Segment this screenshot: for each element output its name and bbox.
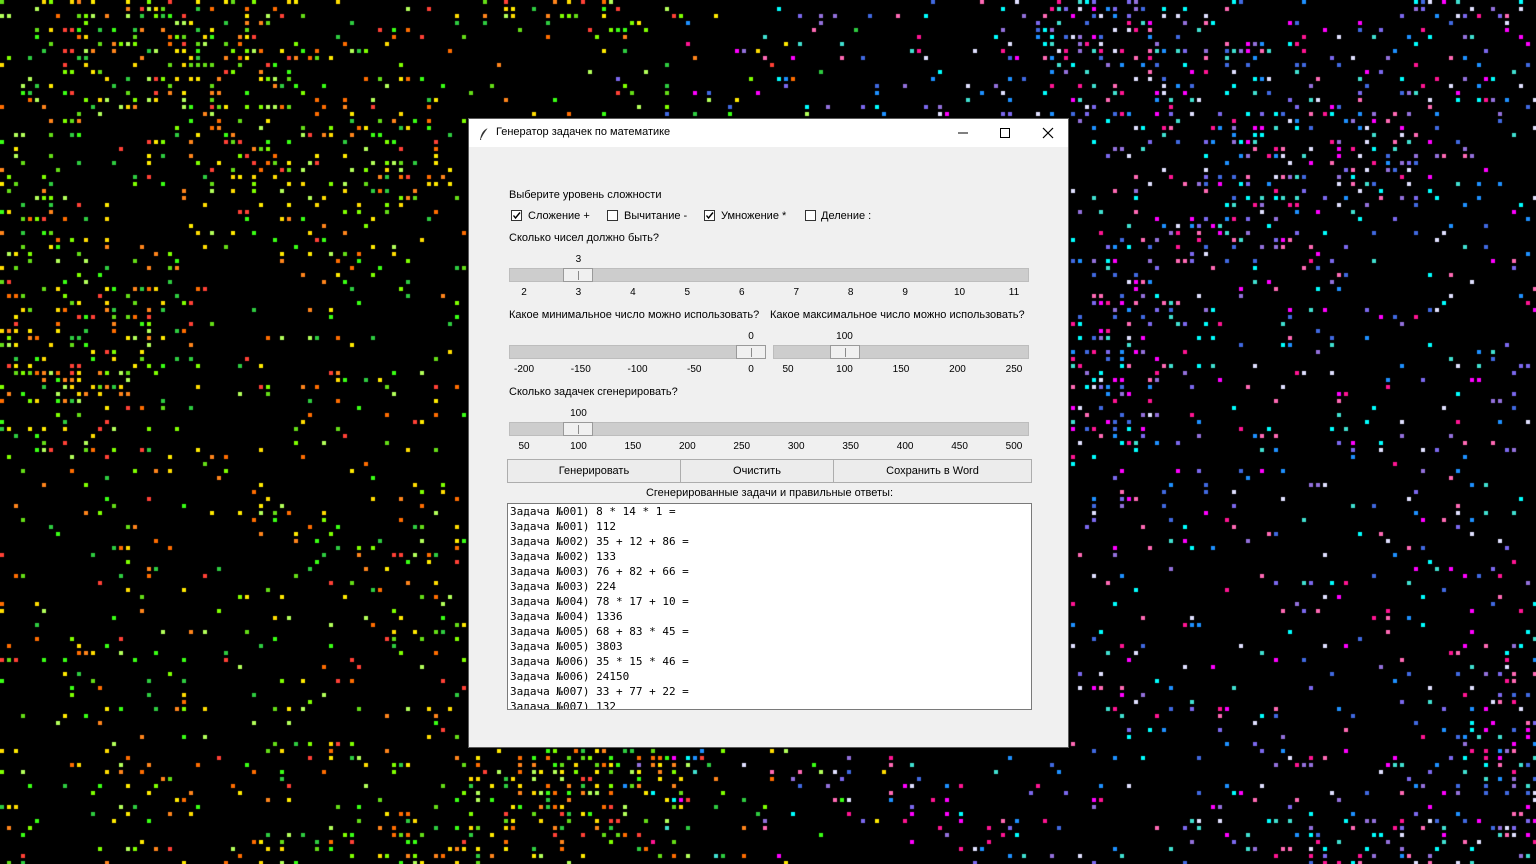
checkmark-icon [512, 212, 521, 220]
task-count-label: Сколько задачек сгенерировать? [509, 386, 678, 398]
slider-tick-label: 10 [953, 287, 966, 298]
task-count-value: 100 [570, 408, 587, 419]
minimize-icon [958, 132, 968, 134]
output-label: Сгенерированные задачи и правильные отве… [645, 487, 894, 499]
slider-tick-label: 250 [1005, 364, 1023, 375]
slider-tick-label: 450 [951, 441, 968, 452]
output-textarea[interactable]: Задача №001) 8 * 14 * 1 = Задача №001) 11… [507, 503, 1032, 710]
max-number-label: Какое максимальное число можно использов… [770, 309, 1025, 321]
checkbox-division-label[interactable]: Деление : [821, 210, 871, 222]
slider-tick-label: -50 [687, 364, 702, 375]
checkbox-addition[interactable] [511, 210, 522, 221]
checkmark-icon [705, 212, 714, 220]
min-number-value: 0 [748, 331, 754, 342]
slider-tick-label: 100 [570, 441, 587, 452]
slider-tick-label: 8 [847, 287, 854, 298]
min-number-label: Какое минимальное число можно использова… [509, 309, 760, 321]
output-line: Задача №005) 68 + 83 * 45 = [510, 625, 689, 638]
slider-tick-label: 350 [842, 441, 859, 452]
checkbox-subtraction[interactable] [607, 210, 618, 221]
max-number-value: 100 [836, 331, 853, 342]
slider-tick-label: 3 [575, 287, 582, 298]
slider-tick-label: 2 [521, 287, 527, 298]
output-line: Задача №002) 133 [510, 550, 616, 563]
max-number-slider-thumb[interactable] [829, 345, 860, 359]
count-numbers-label: Сколько чисел должно быть? [509, 232, 660, 244]
window-title: Генератор задачек по математике [496, 126, 671, 138]
min-number-slider-thumb[interactable] [736, 345, 766, 359]
slider-tick-label: 100 [836, 364, 853, 375]
maximize-icon [1000, 128, 1010, 138]
output-line: Задача №006) 24150 [510, 670, 630, 683]
output-line: Задача №001) 8 * 14 * 1 = [510, 505, 676, 518]
slider-tick-label: 200 [949, 364, 966, 375]
count-numbers-slider[interactable] [509, 268, 1029, 282]
output-line: Задача №004) 1336 [510, 610, 623, 623]
maximize-button[interactable] [983, 119, 1027, 147]
output-line: Задача №007) 132 [510, 700, 616, 710]
generate-button[interactable]: Генерировать [507, 459, 681, 483]
checkbox-addition-label[interactable]: Сложение + [528, 210, 590, 222]
output-line: Задача №001) 112 [510, 520, 616, 533]
slider-tick-label: 7 [793, 287, 799, 298]
slider-tick-label: 0 [748, 364, 754, 375]
difficulty-label: Выберите уровень сложности [509, 189, 662, 201]
title-bar[interactable]: Генератор задачек по математике [469, 119, 1068, 147]
slider-tick-label: 6 [738, 287, 745, 298]
slider-tick-label: 50 [782, 364, 794, 375]
slider-tick-label: 500 [1005, 441, 1023, 452]
slider-tick-label: 11 [1008, 287, 1020, 298]
task-count-slider-thumb[interactable] [563, 422, 594, 436]
slider-tick-label: 4 [630, 287, 636, 298]
count-numbers-slider-thumb[interactable] [563, 268, 594, 282]
clear-button[interactable]: Очистить [680, 459, 834, 483]
slider-tick-label: 150 [892, 364, 910, 375]
slider-tick-label: -100 [627, 364, 648, 375]
output-line: Задача №005) 3803 [510, 640, 623, 653]
min-number-slider[interactable] [509, 345, 766, 359]
output-line: Задача №004) 78 * 17 + 10 = [510, 595, 689, 608]
slider-tick-label: 150 [624, 441, 642, 452]
slider-tick-label: 300 [787, 441, 805, 452]
close-icon [1042, 127, 1054, 139]
slider-tick-label: 5 [684, 287, 691, 298]
slider-tick-label: -200 [513, 364, 535, 375]
checkbox-multiplication[interactable] [704, 210, 715, 221]
checkbox-multiplication-label[interactable]: Умножение * [721, 210, 786, 222]
checkbox-division[interactable] [805, 210, 816, 221]
output-line: Задача №007) 33 + 77 + 22 = [510, 685, 689, 698]
output-line: Задача №003) 76 + 82 + 66 = [510, 565, 689, 578]
output-line: Задача №006) 35 * 15 * 46 = [510, 655, 689, 668]
checkbox-subtraction-label[interactable]: Вычитание - [624, 210, 687, 222]
task-count-slider[interactable] [509, 422, 1029, 436]
max-number-slider[interactable] [773, 345, 1029, 359]
slider-tick-label: 250 [733, 441, 751, 452]
close-button[interactable] [1026, 119, 1070, 147]
count-numbers-value: 3 [575, 254, 582, 265]
slider-tick-label: 50 [518, 441, 530, 452]
save-to-word-button[interactable]: Сохранить в Word [833, 459, 1032, 483]
output-line: Задача №002) 35 + 12 + 86 = [510, 535, 689, 548]
slider-tick-label: 9 [902, 287, 908, 298]
slider-tick-label: -150 [570, 364, 591, 375]
feather-icon [477, 126, 491, 140]
output-line: Задача №003) 224 [510, 580, 616, 593]
slider-tick-label: 400 [896, 441, 914, 452]
app-window: Генератор задачек по математике Выберите… [468, 118, 1069, 748]
slider-tick-label: 200 [678, 441, 696, 452]
minimize-button[interactable] [941, 119, 985, 147]
